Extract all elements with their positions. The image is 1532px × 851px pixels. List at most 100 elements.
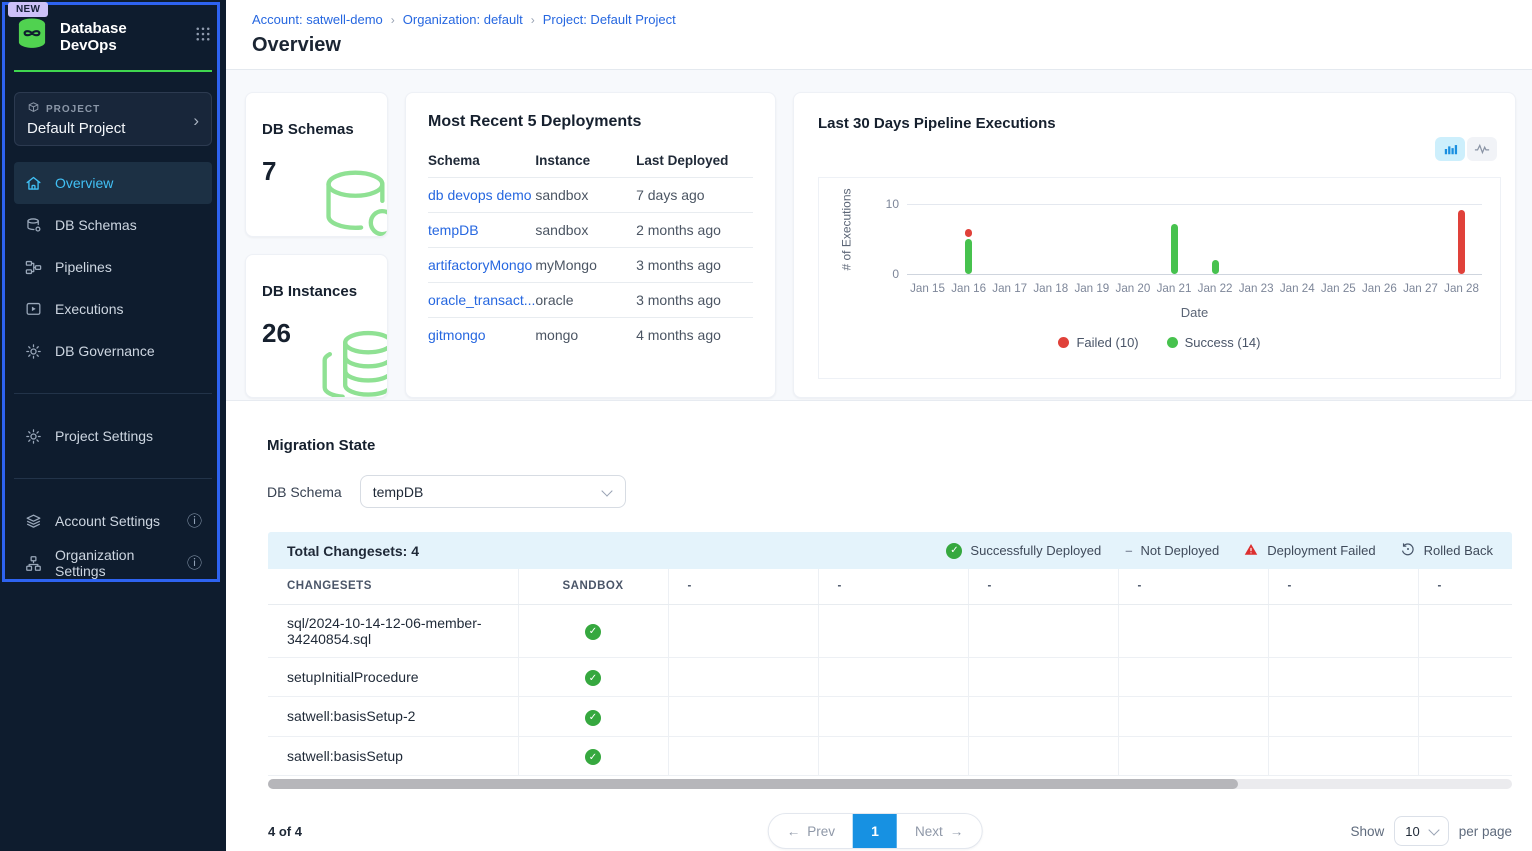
rollback-icon [1400,541,1416,560]
changesets-table: CHANGESETS SANDBOX - - - - - - sql/2024-… [268,569,1512,776]
gear-icon [24,427,43,446]
chevron-down-icon [1428,824,1439,835]
schema-link[interactable]: db devops demo [428,187,532,203]
instance-cell: myMongo [535,248,636,283]
sidebar-item-project-settings[interactable]: Project Settings [14,415,212,457]
failed-dot-icon [1058,337,1069,348]
schema-link[interactable]: oracle_transact... [428,292,535,308]
x-tick-label: Jan 24 [1277,282,1318,295]
overview-cards-band: DB Schemas 7 DB Instances 26 [226,70,1532,400]
legend-label: Deployment Failed [1267,543,1375,558]
sidebar-item-label: Account Settings [55,513,160,529]
sidebar-item-db-schemas[interactable]: DB Schemas [14,204,212,246]
x-tick-label: Jan 26 [1359,282,1400,295]
column-header-empty: - [668,569,818,604]
breadcrumb-project[interactable]: Project: Default Project [543,12,676,27]
horizontal-scrollbar[interactable] [268,779,1512,789]
new-badge: NEW [8,2,48,17]
deployed-cell: 7 days ago [636,178,753,213]
page-size-select[interactable]: 10 [1394,816,1448,846]
next-page-button[interactable]: Next → [897,814,981,848]
info-icon[interactable]: ⓘ [187,556,202,571]
changeset-name: setupInitialProcedure [268,657,518,697]
show-label: Show [1350,824,1384,839]
sidebar-item-executions[interactable]: Executions [14,288,212,330]
breadcrumb-account[interactable]: Account: satwell-demo [252,12,383,27]
info-icon[interactable]: ⓘ [187,514,202,529]
scrollbar-thumb[interactable] [268,779,1238,789]
apps-grid-icon[interactable] [194,25,212,48]
sidebar-item-label: DB Schemas [55,217,137,233]
column-header-empty: - [1418,569,1512,604]
schema-link[interactable]: gitmongo [428,327,486,343]
card-title: Most Recent 5 Deployments [428,113,753,131]
legend-rolled-back: Rolled Back [1400,541,1493,560]
x-tick-label: Jan 19 [1071,282,1112,295]
project-cube-icon [27,101,40,117]
deployed-cell: 4 months ago [636,318,753,353]
chevron-right-icon: › [193,111,199,131]
sidebar-item-pipelines[interactable]: Pipelines [14,246,212,288]
next-label: Next [915,824,943,839]
table-row: artifactoryMongo myMongo 3 months ago [428,248,753,283]
x-tick-label: Jan 17 [989,282,1030,295]
chevron-down-icon [601,485,612,496]
column-header: Schema [428,143,535,178]
bar-jan-23 [1236,205,1277,274]
warning-triangle-icon [1243,542,1259,560]
database-gear-icon [24,216,43,235]
chevron-right-icon: › [531,13,535,27]
success-check-icon: ✓ [585,670,601,686]
page-1-button[interactable]: 1 [853,814,897,848]
line-chart-toggle-icon[interactable] [1467,137,1497,161]
legend-deployment-failed: Deployment Failed [1243,542,1375,560]
breadcrumb-organization[interactable]: Organization: default [403,12,523,27]
project-selector[interactable]: PROJECT Default Project › [14,92,212,146]
x-tick-label: Jan 16 [948,282,989,295]
success-bar [1171,224,1178,274]
arrow-right-icon: → [950,824,964,839]
bar-jan-16 [948,205,989,274]
x-tick-label: Jan 22 [1195,282,1236,295]
schema-link[interactable]: artifactoryMongo [428,257,532,273]
sidebar-item-account-settings[interactable]: Account Settings ⓘ [14,500,212,542]
arrow-left-icon: ← [787,824,801,839]
home-icon [24,174,43,193]
legend-item-success[interactable]: Success (14) [1167,335,1261,350]
bar-jan-18 [1030,205,1071,274]
sidebar-item-organization-settings[interactable]: Organization Settings ⓘ [14,542,212,584]
changeset-row: satwell:basisSetup-2 ✓ [268,697,1512,737]
status-legend: ✓ Successfully Deployed – Not Deployed D… [946,541,1493,560]
failed-bar [1458,210,1465,274]
changeset-row: sql/2024-10-14-12-06-member-34240854.sql… [268,604,1512,657]
db-schema-select[interactable]: tempDB [360,475,626,508]
table-row: db devops demo sandbox 7 days ago [428,178,753,213]
legend-item-failed[interactable]: Failed (10) [1058,335,1138,350]
chevron-right-icon: › [391,13,395,27]
sidebar-item-db-governance[interactable]: DB Governance [14,330,212,372]
legend-label: Successfully Deployed [970,543,1101,558]
section-title: Migration State [267,437,375,454]
sidebar-item-overview[interactable]: Overview [14,162,212,204]
chart-type-toggle [1435,137,1497,161]
chart-plot-area: # of Executions 10 0 Jan 15Jan 16Jan 17J… [818,177,1501,379]
success-check-icon: ✓ [585,749,601,765]
table-row: gitmongo mongo 4 months ago [428,318,753,353]
org-chart-gear-icon [24,554,43,573]
bar-jan-19 [1071,205,1112,274]
main-content: Account: satwell-demo › Organization: de… [226,0,1532,851]
check-circle-icon: ✓ [946,543,962,559]
changeset-row: satwell:basisSetup ✓ [268,736,1512,776]
legend-successfully-deployed: ✓ Successfully Deployed [946,543,1101,559]
bars-region [907,204,1482,275]
success-check-icon: ✓ [585,624,601,640]
x-tick-label: Jan 25 [1318,282,1359,295]
prev-page-button[interactable]: ← Prev [769,814,853,848]
schema-link[interactable]: tempDB [428,222,479,238]
success-bar [965,239,972,275]
chart-title: Last 30 Days Pipeline Executions [818,115,1491,132]
bar-chart-toggle-icon[interactable] [1435,137,1465,161]
pipeline-icon [24,258,43,277]
bar-jan-22 [1195,205,1236,274]
database-stack-icon [315,326,388,398]
